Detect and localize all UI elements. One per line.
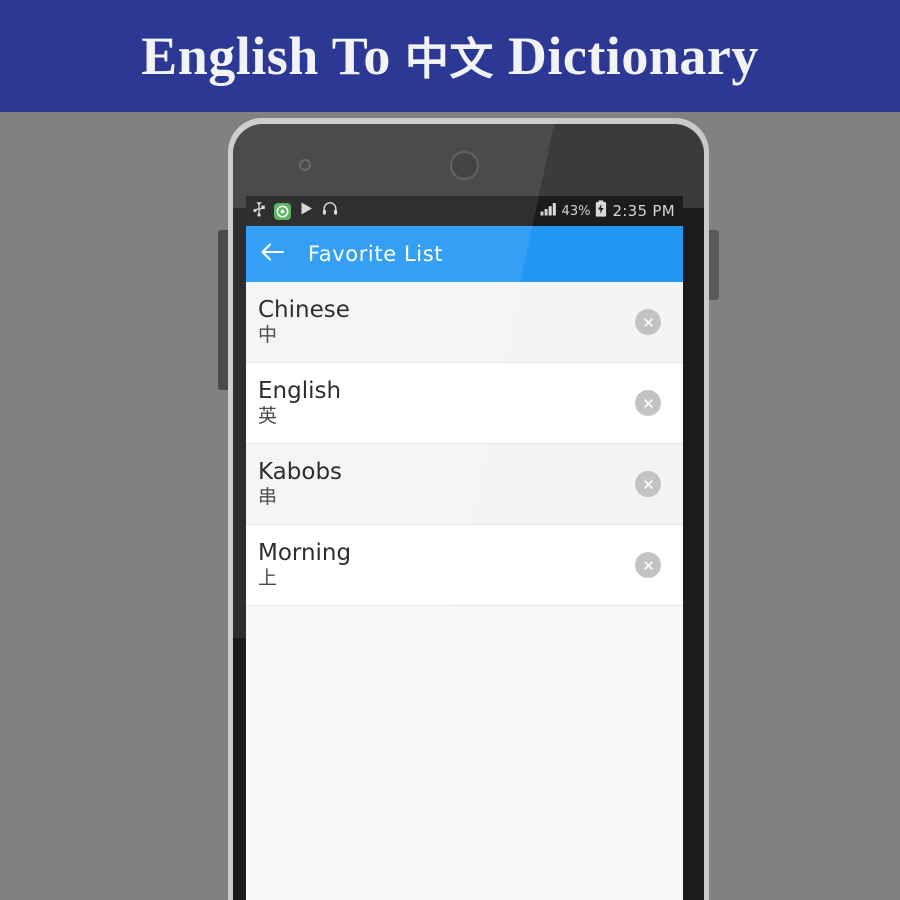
- delete-circle-icon[interactable]: [635, 471, 661, 497]
- status-bar: 43% 2:35 PM: [246, 196, 683, 226]
- list-item-translation: 中: [258, 323, 278, 346]
- phone-screen: 43% 2:35 PM Favorite List Chinese 中 Engl…: [246, 196, 683, 900]
- app-screenshot: English To 中文 Dictionary 43% 2:35 PM Fav…: [0, 0, 900, 900]
- battery-percent-label: 43%: [561, 203, 591, 219]
- app-notification-icon: [274, 202, 291, 220]
- app-bar: Favorite List: [246, 226, 683, 282]
- list-item-translation: 上: [258, 566, 278, 589]
- battery-charging-icon: [595, 200, 607, 222]
- usb-icon: [252, 201, 266, 222]
- back-arrow-icon[interactable]: [260, 241, 286, 268]
- page-title-part1: English To: [141, 26, 405, 86]
- list-item[interactable]: Kabobs 串: [246, 444, 683, 525]
- list-item-word: English: [258, 378, 342, 405]
- list-empty-area: [246, 606, 683, 900]
- phone-mockup: 43% 2:35 PM Favorite List Chinese 中 Engl…: [218, 118, 719, 900]
- status-bar-left-icons: [252, 201, 338, 222]
- status-bar-right-icons: 43% 2:35 PM: [540, 200, 675, 222]
- favorite-list: Chinese 中 English 英 Kabobs 串 Morning 上: [246, 282, 683, 900]
- list-item-texts: Morning 上: [258, 541, 351, 588]
- delete-circle-icon[interactable]: [635, 552, 661, 578]
- list-item-word: Morning: [258, 540, 352, 567]
- front-camera-icon: [450, 151, 479, 180]
- list-item[interactable]: English 英: [246, 363, 683, 444]
- play-icon: [299, 201, 314, 221]
- list-item[interactable]: Chinese 中: [246, 282, 683, 363]
- list-item[interactable]: Morning 上: [246, 525, 683, 606]
- delete-circle-icon[interactable]: [635, 309, 661, 335]
- page-title-cjk: 中文: [404, 34, 494, 85]
- page-title: English To 中文 Dictionary: [141, 29, 759, 83]
- list-item-texts: Chinese 中: [258, 298, 350, 345]
- list-item-texts: English 英: [258, 379, 341, 426]
- power-button[interactable]: [709, 230, 719, 300]
- headphones-icon: [322, 201, 338, 221]
- page-banner: English To 中文 Dictionary: [0, 0, 900, 112]
- clock-label: 2:35 PM: [612, 201, 675, 220]
- list-item-translation: 英: [258, 404, 278, 427]
- proximity-sensor-icon: [299, 159, 311, 171]
- volume-rocker-button[interactable]: [218, 230, 228, 390]
- delete-circle-icon[interactable]: [635, 390, 661, 416]
- list-item-word: Kabobs: [258, 459, 343, 486]
- list-item-texts: Kabobs 串: [258, 460, 342, 507]
- list-item-word: Chinese: [258, 297, 350, 324]
- app-bar-title: Favorite List: [308, 242, 444, 266]
- signal-bars-icon: [540, 202, 557, 221]
- list-item-translation: 串: [258, 485, 278, 508]
- page-title-part2: Dictionary: [493, 26, 759, 86]
